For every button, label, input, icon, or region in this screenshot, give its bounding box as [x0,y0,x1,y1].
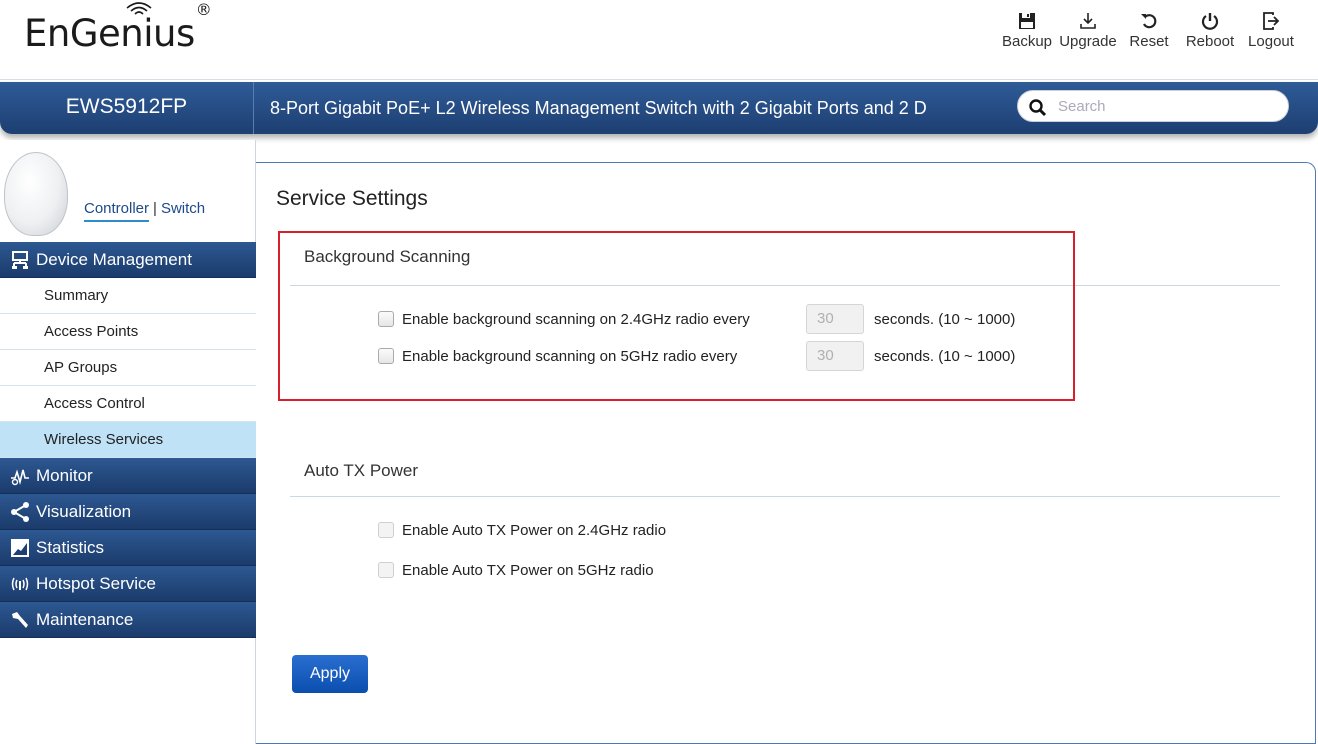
nav-section-label: Monitor [36,465,93,485]
content-panel: Service Settings Background Scanning Ena… [256,162,1316,744]
apply-button[interactable]: Apply [292,655,368,693]
undo-arrow-icon [1141,14,1157,29]
nav-section-hotspot-service[interactable]: Hotspot Service [0,566,256,602]
nav-menu: Device Management Summary Access Points … [0,242,256,638]
section-divider [290,496,1280,497]
backup-label: Backup [1001,33,1053,50]
title-bar: EWS5912FP 8-Port Gigabit PoE+ L2 Wireles… [0,82,1318,134]
top-header: EnGenius® Backup Upgrade Reset Reboot Lo… [0,0,1318,80]
upgrade-button[interactable]: Upgrade [1059,12,1117,50]
search-input[interactable] [1058,93,1278,119]
upgrade-label: Upgrade [1059,33,1117,50]
download-tray-icon [1080,13,1096,29]
model-description: 8-Port Gigabit PoE+ L2 Wireless Manageme… [270,98,927,118]
controller-switch-toggle: Controller | Switch [84,200,205,222]
nav-section-visualization[interactable]: Visualization [0,494,256,530]
search-box[interactable] [1017,90,1289,122]
toolbar: Backup Upgrade Reset Reboot Logout [995,12,1300,50]
logout-label: Logout [1248,33,1294,50]
power-icon [1201,13,1219,30]
auto-tx-24ghz-row: Enable Auto TX Power on 2.4GHz radio [378,515,666,545]
floppy-disk-icon [1019,13,1035,29]
nav-item-ap-groups[interactable]: AP Groups [0,350,256,386]
statistics-icon [11,538,29,557]
nav-item-access-control[interactable]: Access Control [0,386,256,422]
nav-section-label: Maintenance [36,609,134,629]
backup-button[interactable]: Backup [998,12,1056,50]
nav-item-wireless-services[interactable]: Wireless Services [0,422,256,458]
sidebar: Controller | Switch Device Management Summ… [0,140,256,744]
auto-tx-5ghz-label: Enable Auto TX Power on 5GHz radio [402,561,654,579]
reboot-button[interactable]: Reboot [1181,12,1239,50]
reboot-label: Reboot [1185,33,1235,50]
nav-section-label: Device Management [36,249,192,269]
engenius-logo: EnGenius® [24,0,212,55]
nav-section-maintenance[interactable]: Maintenance [0,602,256,638]
nav-section-statistics[interactable]: Statistics [0,530,256,566]
share-icon [11,501,29,522]
wifi-icon [126,2,152,15]
nav-section-device-management[interactable]: Device Management [0,242,256,278]
auto-tx-24ghz-checkbox[interactable] [378,522,394,538]
nav-section-label: Statistics [36,537,105,557]
background-scanning-highlight [278,231,1075,401]
logout-icon [1263,12,1280,30]
monitor-icon [11,468,29,485]
search-icon [1029,99,1047,117]
wrench-icon [12,611,28,628]
nav-item-summary[interactable]: Summary [0,278,256,314]
device-management-icon [12,250,28,269]
auto-tx-5ghz-checkbox[interactable] [378,562,394,578]
logo-text: EnGenius [24,12,195,55]
registered-mark: ® [195,0,212,19]
hotspot-icon [11,577,29,590]
nav-item-access-points[interactable]: Access Points [0,314,256,350]
switch-link[interactable]: Switch [161,200,205,217]
device-image [4,152,68,236]
auto-tx-power-title: Auto TX Power [304,461,419,480]
auto-tx-5ghz-row: Enable Auto TX Power on 5GHz radio [378,555,654,585]
toggle-separator: | [153,200,157,217]
page-title: Service Settings [276,187,428,210]
reset-label: Reset [1129,33,1169,50]
nav-section-label: Visualization [36,501,132,521]
nav-section-label: Hotspot Service [36,573,156,593]
auto-tx-24ghz-label: Enable Auto TX Power on 2.4GHz radio [402,521,667,539]
nav-section-monitor[interactable]: Monitor [0,458,256,494]
model-name: EWS5912FP [0,82,254,134]
controller-link[interactable]: Controller [84,200,150,222]
reset-button[interactable]: Reset [1120,12,1178,50]
logout-button[interactable]: Logout [1242,12,1300,50]
